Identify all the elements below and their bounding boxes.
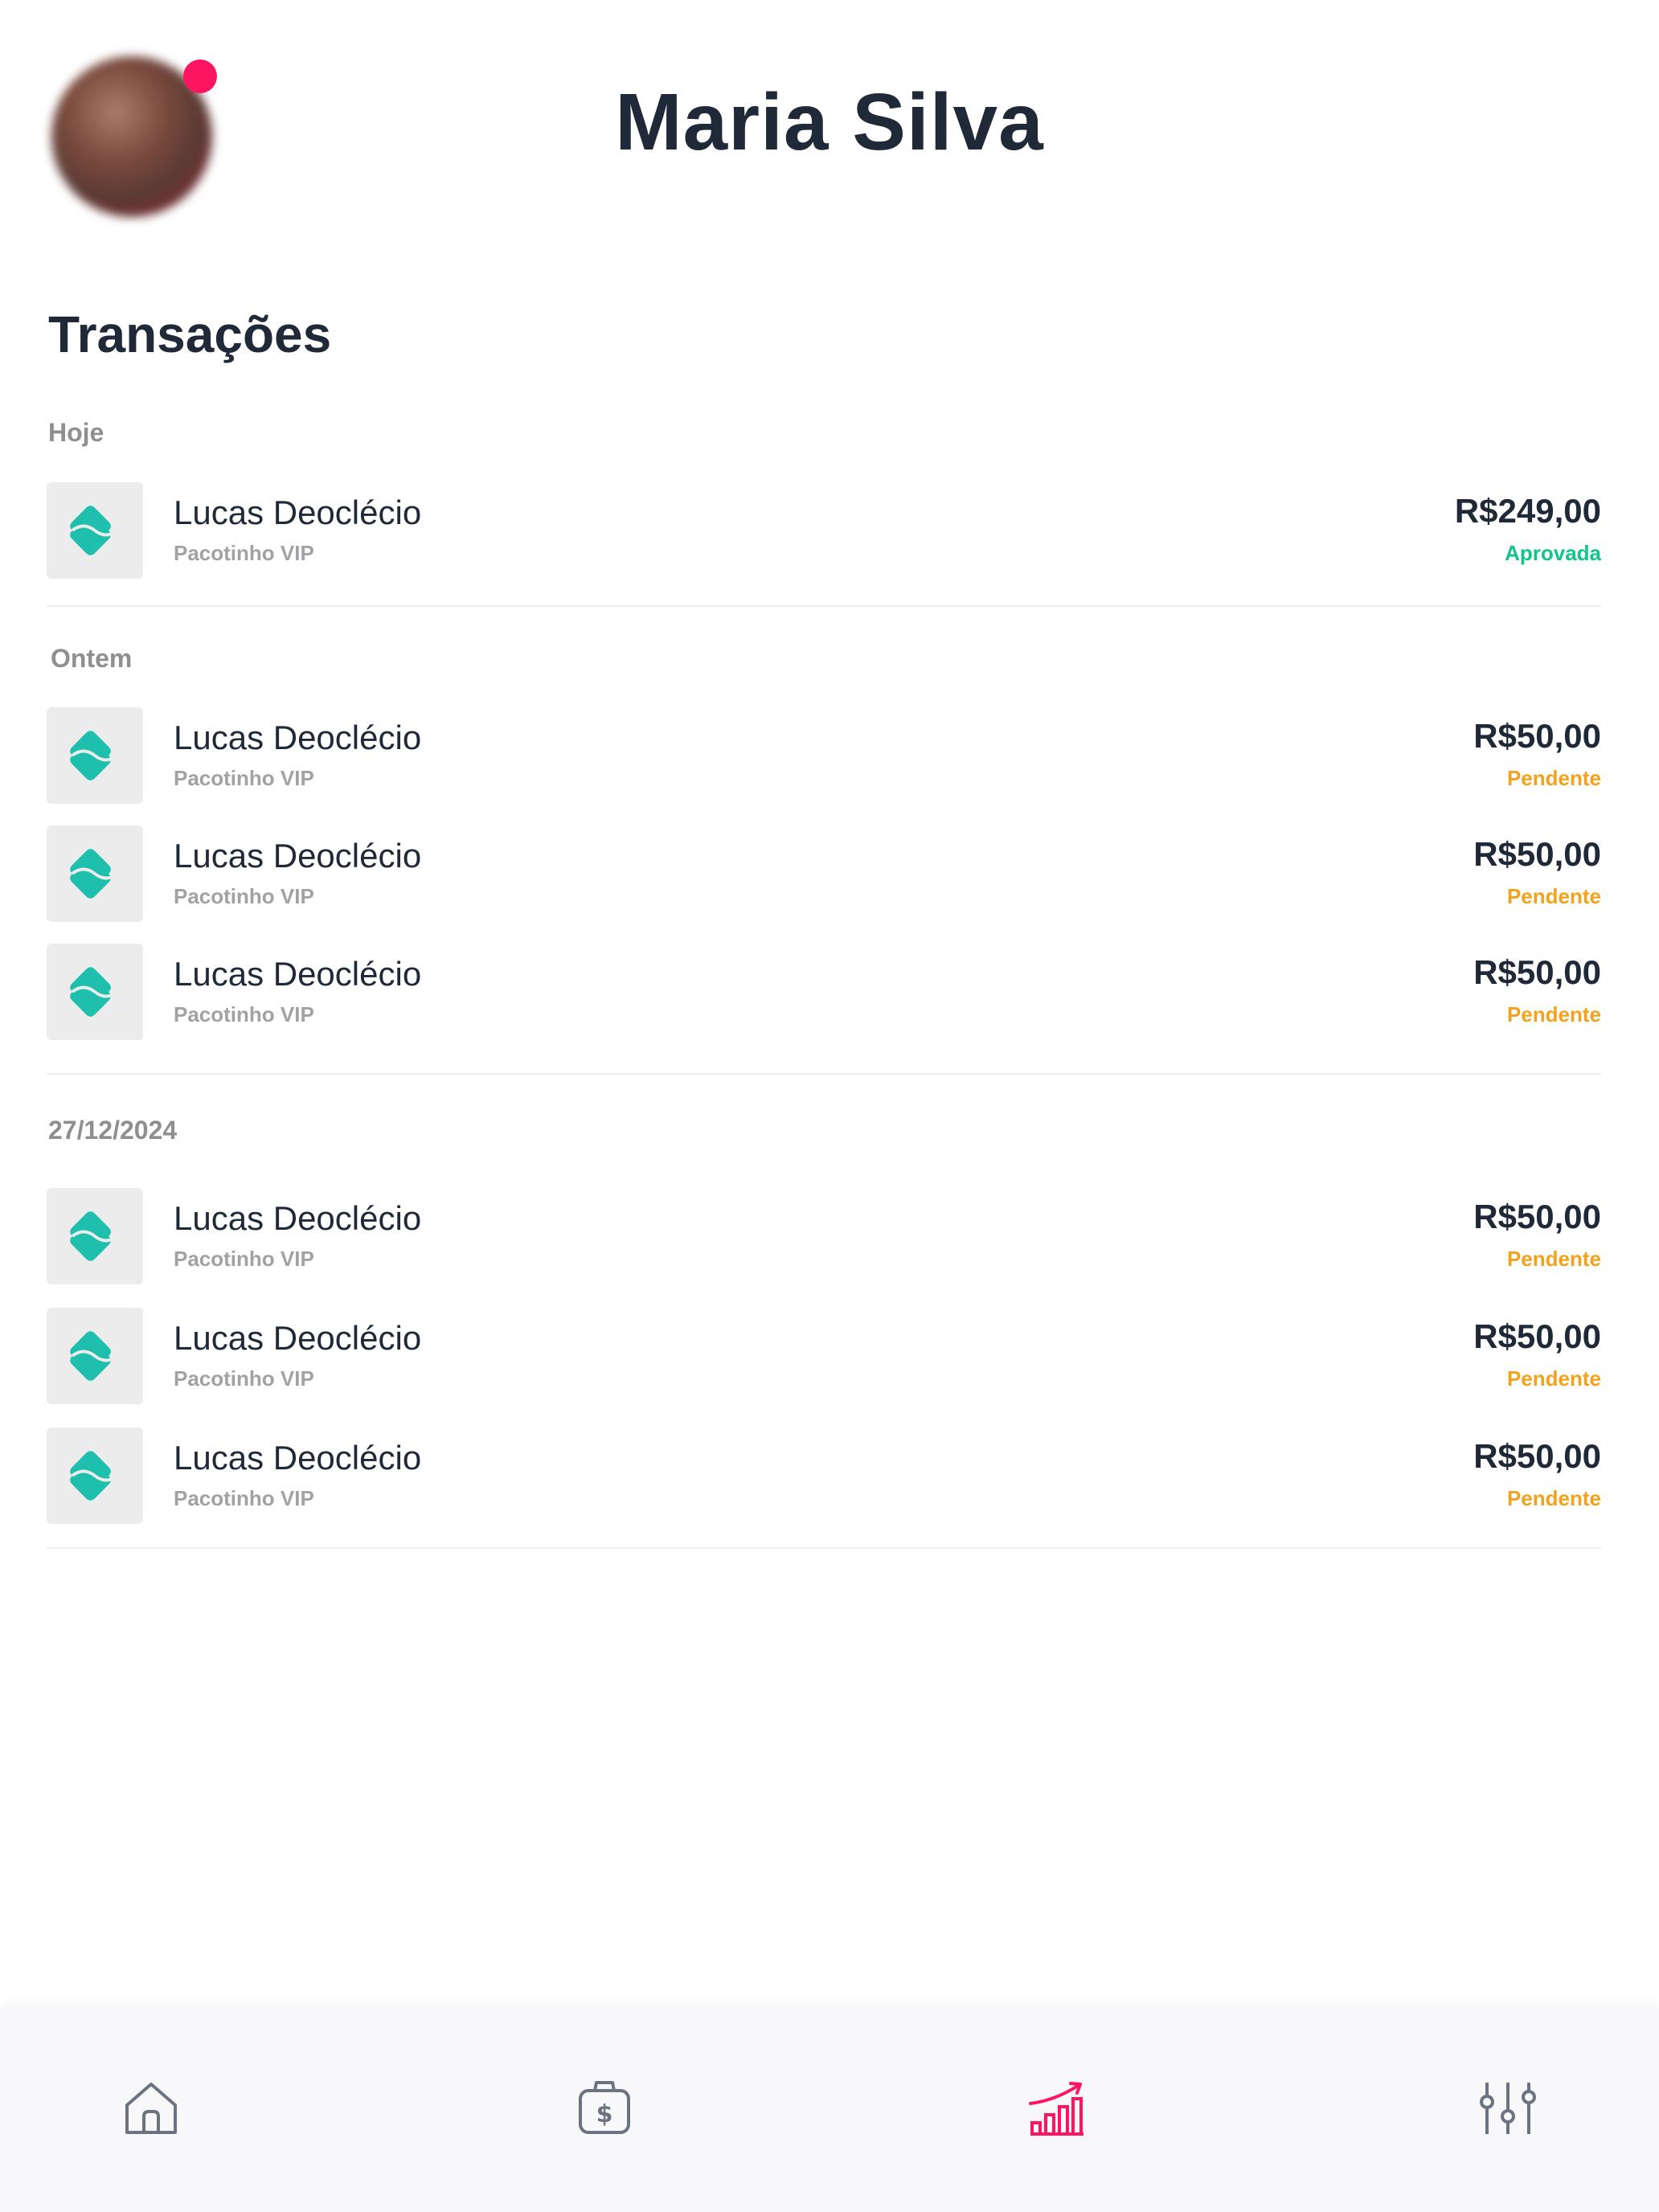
status-badge: Pendente <box>1506 884 1601 908</box>
transaction-row[interactable]: Lucas Deoclécio Pacotinho VIP R$50,00 Pe… <box>47 825 1601 924</box>
status-badge: Pendente <box>1506 1366 1601 1391</box>
transaction-name: Lucas Deoclécio <box>174 1439 422 1477</box>
transaction-amount: R$50,00 <box>1473 835 1601 873</box>
transaction-name: Lucas Deoclécio <box>174 1199 422 1237</box>
pix-icon <box>47 825 143 922</box>
transaction-description: Pacotinho VIP <box>174 884 314 908</box>
home-icon <box>125 2083 177 2134</box>
nav-settings[interactable] <box>1476 2076 1540 2140</box>
money-bag-icon: $ <box>579 2081 630 2134</box>
transaction-row[interactable]: Lucas Deoclécio Pacotinho VIP R$50,00 Pe… <box>47 707 1601 805</box>
transaction-description: Pacotinho VIP <box>174 1486 314 1510</box>
group-label-yesterday: Ontem <box>51 644 133 673</box>
status-badge: Aprovada <box>1505 541 1601 565</box>
transaction-amount: R$50,00 <box>1473 953 1601 991</box>
transaction-row[interactable]: Lucas Deoclécio Pacotinho VIP R$50,00 Pe… <box>47 1188 1601 1286</box>
chart-growth-icon <box>1029 2082 1083 2136</box>
nav-transactions[interactable] <box>1024 2076 1088 2140</box>
status-badge: Pendente <box>1506 1247 1601 1271</box>
pix-icon <box>47 482 143 579</box>
pix-icon <box>47 1188 143 1284</box>
transaction-amount: R$249,00 <box>1454 492 1601 530</box>
svg-text:$: $ <box>596 2100 613 2128</box>
nav-wallet[interactable]: $ <box>572 2076 637 2140</box>
transaction-row[interactable]: Lucas Deoclécio Pacotinho VIP R$50,00 Pe… <box>47 944 1601 1042</box>
pix-icon <box>47 1308 143 1404</box>
status-badge: Pendente <box>1506 1002 1601 1026</box>
transaction-name: Lucas Deoclécio <box>174 1319 422 1357</box>
page-title: Transações <box>48 305 332 363</box>
pix-icon <box>47 1428 143 1524</box>
divider <box>47 1073 1601 1075</box>
group-label-today: Hoje <box>48 418 104 447</box>
transaction-description: Pacotinho VIP <box>174 541 314 565</box>
status-badge: Pendente <box>1506 1486 1601 1510</box>
transaction-name: Lucas Deoclécio <box>174 719 422 756</box>
transaction-description: Pacotinho VIP <box>174 1002 314 1026</box>
sliders-icon <box>1480 2083 1536 2134</box>
divider <box>47 605 1601 607</box>
nav-home[interactable] <box>119 2076 183 2140</box>
transaction-row[interactable]: Lucas Deoclécio Pacotinho VIP R$249,00 A… <box>47 482 1601 580</box>
transaction-name: Lucas Deoclécio <box>174 494 422 531</box>
user-name: Maria Silva <box>615 77 1044 167</box>
group-label-date: 27/12/2024 <box>48 1116 178 1145</box>
transaction-name: Lucas Deoclécio <box>174 837 422 875</box>
transaction-amount: R$50,00 <box>1473 1437 1601 1475</box>
bottom-nav: $ <box>0 2008 1659 2212</box>
transaction-row[interactable]: Lucas Deoclécio Pacotinho VIP R$50,00 Pe… <box>47 1308 1601 1406</box>
transaction-row[interactable]: Lucas Deoclécio Pacotinho VIP R$50,00 Pe… <box>47 1428 1601 1526</box>
pix-icon <box>47 944 143 1040</box>
transaction-amount: R$50,00 <box>1473 1317 1601 1355</box>
status-badge: Pendente <box>1506 766 1601 790</box>
divider <box>47 1547 1601 1549</box>
transaction-name: Lucas Deoclécio <box>174 955 422 993</box>
transaction-amount: R$50,00 <box>1473 1198 1601 1235</box>
pix-icon <box>47 707 143 804</box>
transaction-description: Pacotinho VIP <box>174 1247 314 1271</box>
transaction-description: Pacotinho VIP <box>174 1366 314 1391</box>
transaction-amount: R$50,00 <box>1473 717 1601 755</box>
transaction-description: Pacotinho VIP <box>174 766 314 790</box>
